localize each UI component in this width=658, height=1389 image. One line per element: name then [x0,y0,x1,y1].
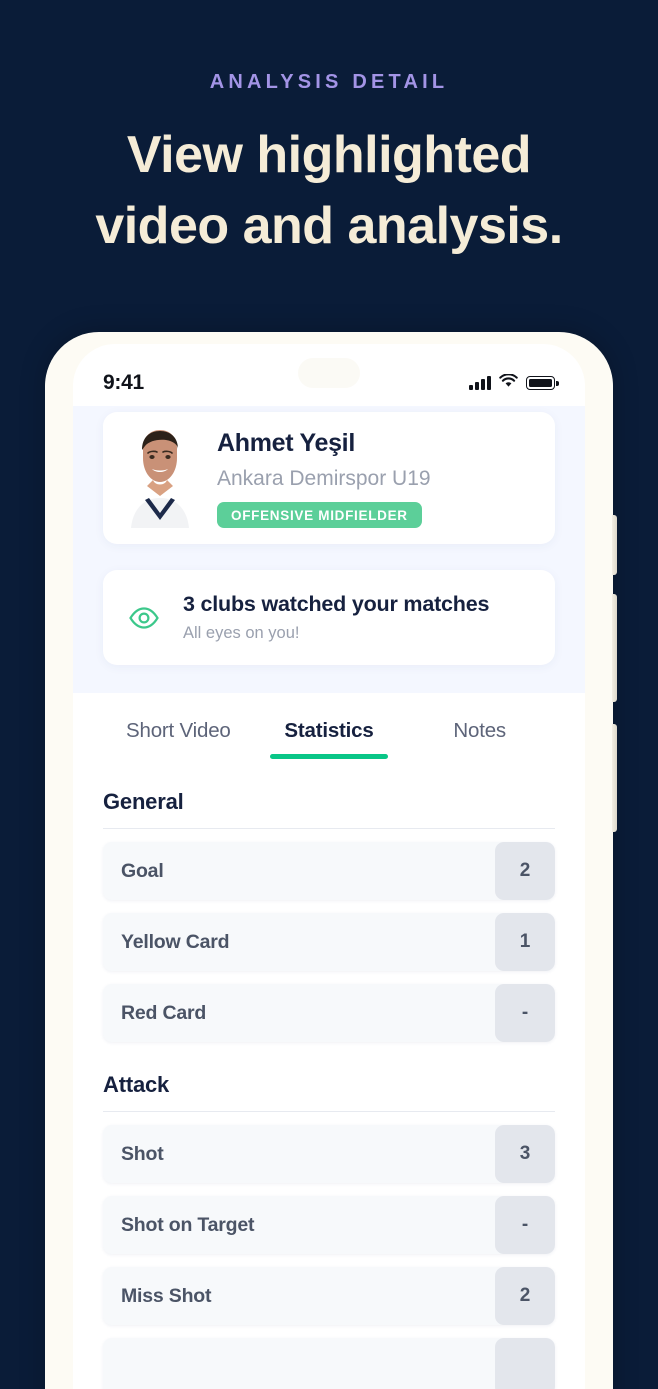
battery-full-icon [526,376,559,390]
player-profile-card[interactable]: Ahmet Yeşil Ankara Demirspor U19 OFFENSI… [103,412,555,544]
section-title-general: General [103,789,184,814]
clubs-watched-card[interactable]: 3 clubs watched your matches All eyes on… [103,570,555,665]
stat-value [495,1338,555,1389]
status-bar-icons [469,372,559,393]
status-bar-time: 9:41 [103,371,144,394]
statistics-panel: General Goal 2 Yellow Card 1 Red Card - … [73,789,585,1389]
stat-label: Goal [121,859,164,882]
table-row[interactable]: Yellow Card 1 [103,913,555,971]
page-title: View highlighted video and analysis. [0,120,658,261]
player-photo-avatar [121,428,199,528]
tab-short-video[interactable]: Short Video [103,719,254,759]
wifi-icon [499,372,518,393]
stat-label: Yellow Card [121,930,230,953]
signal-bars-icon [469,376,491,390]
tab-statistics-label: Statistics [284,719,374,742]
phone-screen: 9:41 Ahmet Yeşil Ankara Demirspor U19 OF… [73,344,585,1389]
table-row[interactable] [103,1338,555,1389]
player-club: Ankara Demirspor U19 [217,466,431,490]
tab-statistics[interactable]: Statistics [254,719,405,759]
phone-volume-down-button[interactable] [612,724,617,832]
phone-mute-switch[interactable] [612,515,617,575]
promo-title-line-2: video and analysis. [95,196,563,255]
stat-value: 3 [495,1125,555,1183]
stat-value: - [495,1196,555,1254]
player-profile-info: Ahmet Yeşil Ankara Demirspor U19 OFFENSI… [217,429,537,528]
promo-title-line-1: View highlighted [126,126,532,184]
table-row[interactable]: Shot on Target - [103,1196,555,1254]
app-content: Ahmet Yeşil Ankara Demirspor U19 OFFENSI… [73,406,585,1389]
table-row[interactable]: Miss Shot 2 [103,1267,555,1325]
table-row[interactable]: Red Card - [103,984,555,1042]
tab-notes[interactable]: Notes [404,719,555,759]
stat-value: 2 [495,1267,555,1325]
table-row[interactable]: Shot 3 [103,1125,555,1183]
clubs-watched-text: 3 clubs watched your matches All eyes on… [183,592,531,643]
section-divider-general [103,828,555,829]
player-position-badge: OFFENSIVE MIDFIELDER [217,501,422,528]
content-tabs: Short Video Statistics Notes [73,693,585,759]
stat-value: 2 [495,842,555,900]
section-divider-attack [103,1111,555,1112]
tab-active-underline [270,754,388,759]
stat-label: Red Card [121,1001,207,1024]
player-name: Ahmet Yeşil [217,428,355,457]
tab-short-video-label: Short Video [126,719,231,742]
eye-icon [127,601,161,635]
status-bar: 9:41 [73,344,585,406]
table-row[interactable]: Goal 2 [103,842,555,900]
section-title-attack: Attack [103,1072,170,1097]
clubs-watched-title: 3 clubs watched your matches [183,592,490,616]
stat-label [103,1338,495,1389]
promo-eyebrow: ANALYSIS DETAIL [209,71,449,93]
stat-label: Shot on Target [121,1213,255,1236]
phone-volume-up-button[interactable] [612,594,617,702]
profile-header-zone: Ahmet Yeşil Ankara Demirspor U19 OFFENSI… [73,406,585,693]
clubs-watched-subtitle: All eyes on you! [183,624,300,642]
stat-label: Shot [121,1142,164,1165]
stat-label: Miss Shot [121,1284,212,1307]
stat-value: 1 [495,913,555,971]
stat-value: - [495,984,555,1042]
promo-header: ANALYSIS DETAIL View highlighted video a… [0,0,658,330]
phone-device-frame: 9:41 Ahmet Yeşil Ankara Demirspor U19 OF… [45,332,617,1389]
tab-notes-label: Notes [453,719,506,742]
